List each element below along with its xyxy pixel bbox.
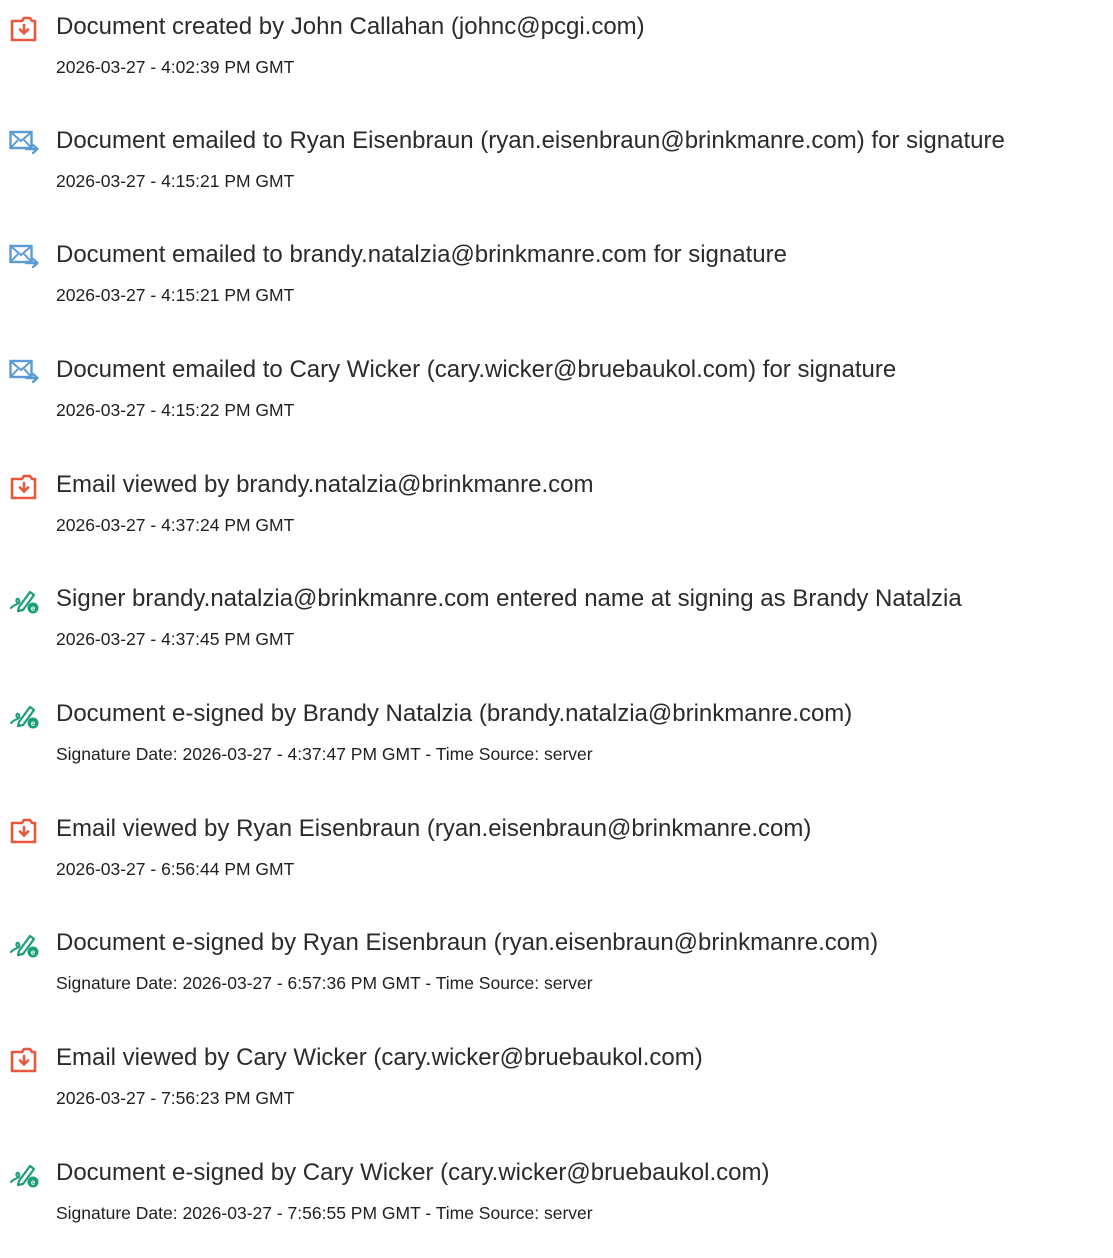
event-timestamp: 2026-03-27 - 4:15:22 PM GMT [56,400,295,420]
event-timestamp: Signature Date: 2026-03-27 - 4:37:47 PM … [56,744,593,764]
event-timestamp: Signature Date: 2026-03-27 - 7:56:55 PM … [56,1203,593,1223]
svg-text:e: e [31,604,36,613]
audit-event: Document emailed to brandy.natalzia@brin… [0,240,1113,340]
event-title: Document emailed to brandy.natalzia@brin… [56,241,787,268]
event-title: Document created by John Callahan (johnc… [56,13,645,40]
event-timestamp: 2026-03-27 - 4:02:39 PM GMT [56,57,295,77]
event-title: Document e-signed by Cary Wicker (cary.w… [56,1159,770,1186]
audit-event: Document emailed to Ryan Eisenbraun (rya… [0,126,1113,226]
audit-event: e Document e-signed by Cary Wicker (cary… [0,1158,1113,1258]
event-title: Signer brandy.natalzia@brinkmanre.com en… [56,585,962,612]
svg-text:e: e [31,719,36,728]
event-title: Document emailed to Cary Wicker (cary.wi… [56,356,897,383]
event-timestamp: 2026-03-27 - 4:37:24 PM GMT [56,515,295,535]
event-timestamp: 2026-03-27 - 4:15:21 PM GMT [56,171,295,191]
event-timestamp: 2026-03-27 - 4:37:45 PM GMT [56,629,295,649]
email-sent-icon [9,358,41,386]
e-sign-pen-icon: e [9,587,41,615]
event-title: Email viewed by Cary Wicker (cary.wicker… [56,1044,703,1071]
event-timestamp: 2026-03-27 - 6:56:44 PM GMT [56,859,295,879]
e-sign-pen-icon: e [9,702,41,730]
audit-event: Document created by John Callahan (johnc… [0,12,1113,112]
audit-event: Email viewed by Ryan Eisenbraun (ryan.ei… [0,814,1113,914]
audit-event: e Document e-signed by Ryan Eisenbraun (… [0,928,1113,1028]
document-icon [9,1046,41,1074]
event-timestamp: 2026-03-27 - 7:56:23 PM GMT [56,1088,295,1108]
document-icon [9,817,41,845]
event-title: Document e-signed by Brandy Natalzia (br… [56,700,853,727]
document-icon [9,15,41,43]
document-icon [9,473,41,501]
event-timestamp: Signature Date: 2026-03-27 - 6:57:36 PM … [56,973,593,993]
email-sent-icon [9,243,41,271]
e-sign-pen-icon: e [9,1161,41,1189]
event-title: Document e-signed by Ryan Eisenbraun (ry… [56,929,879,956]
event-title: Email viewed by Ryan Eisenbraun (ryan.ei… [56,815,812,842]
email-sent-icon [9,129,41,157]
event-title: Email viewed by brandy.natalzia@brinkman… [56,471,594,498]
audit-event: Document emailed to Cary Wicker (cary.wi… [0,355,1113,455]
e-sign-pen-icon: e [9,931,41,959]
audit-event: Email viewed by Cary Wicker (cary.wicker… [0,1043,1113,1143]
svg-text:e: e [31,1178,36,1187]
audit-event: e Document e-signed by Brandy Natalzia (… [0,699,1113,799]
audit-event-list: Document created by John Callahan (johnc… [0,0,1113,1224]
event-timestamp: 2026-03-27 - 4:15:21 PM GMT [56,285,295,305]
audit-event: Email viewed by brandy.natalzia@brinkman… [0,470,1113,570]
event-title: Document emailed to Ryan Eisenbraun (rya… [56,127,1005,154]
audit-event: e Signer brandy.natalzia@brinkmanre.com … [0,584,1113,684]
svg-text:e: e [31,948,36,957]
